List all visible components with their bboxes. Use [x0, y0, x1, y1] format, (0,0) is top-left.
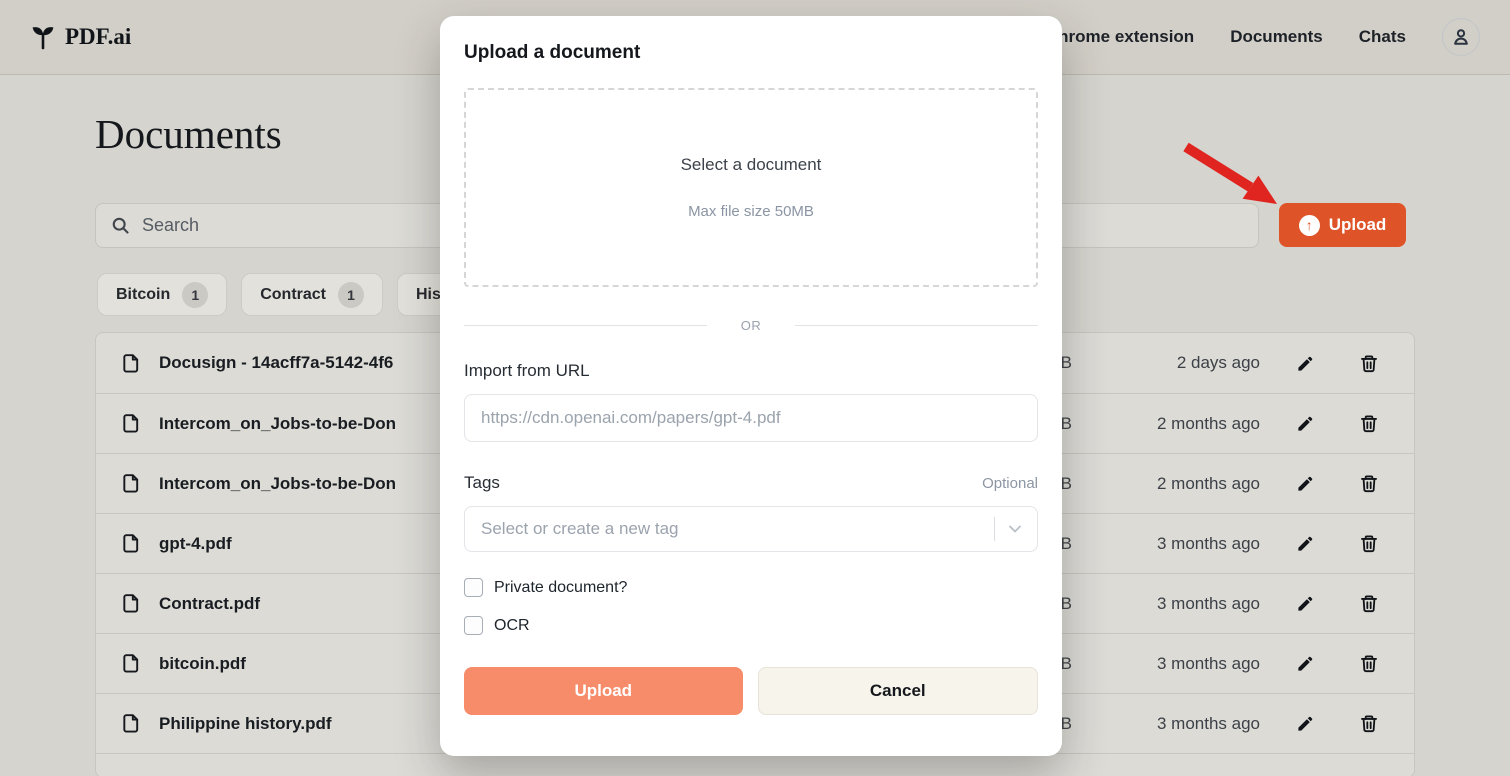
- delete-button[interactable]: [1346, 333, 1392, 393]
- trash-icon: [1359, 653, 1379, 674]
- url-input[interactable]: [464, 394, 1038, 442]
- tags-row: Tags Optional: [464, 473, 1038, 493]
- delete-button[interactable]: [1346, 634, 1392, 693]
- upload-button[interactable]: ↑ Upload: [1279, 203, 1406, 247]
- or-divider: OR: [464, 318, 1038, 333]
- private-document-checkbox[interactable]: [464, 578, 483, 597]
- edit-button[interactable]: [1276, 333, 1334, 393]
- upload-arrow-icon: ↑: [1299, 215, 1320, 236]
- logo-text: PDF.ai: [65, 24, 131, 50]
- ocr-checkbox-row[interactable]: OCR: [464, 616, 1038, 635]
- file-icon: [121, 533, 147, 554]
- nav-chats[interactable]: Chats: [1359, 27, 1406, 47]
- document-date: 3 months ago: [1084, 714, 1264, 734]
- pencil-icon: [1296, 534, 1315, 553]
- delete-button[interactable]: [1346, 514, 1392, 573]
- filter-chip-bitcoin[interactable]: Bitcoin 1: [97, 273, 227, 316]
- modal-upload-button[interactable]: Upload: [464, 667, 743, 715]
- chip-label: Contract: [260, 286, 326, 304]
- delete-button[interactable]: [1346, 574, 1392, 633]
- filter-chip-contract[interactable]: Contract 1: [241, 273, 383, 316]
- ocr-checkbox[interactable]: [464, 616, 483, 635]
- pencil-icon: [1296, 714, 1315, 733]
- document-date: 2 months ago: [1084, 474, 1264, 494]
- delete-button[interactable]: [1346, 694, 1392, 753]
- file-icon: [121, 353, 147, 374]
- upload-document-modal: Upload a document Select a document Max …: [440, 16, 1062, 756]
- page-title: Documents: [95, 110, 282, 158]
- trash-icon: [1359, 593, 1379, 614]
- search-icon: [110, 215, 131, 236]
- tag-select[interactable]: Select or create a new tag: [464, 506, 1038, 552]
- dropzone-label: Select a document: [681, 155, 822, 175]
- trash-icon: [1359, 533, 1379, 554]
- navbar-links: Chrome extension Documents Chats: [1046, 18, 1480, 56]
- upload-button-label: Upload: [1329, 215, 1387, 235]
- document-date: 2 days ago: [1084, 353, 1264, 373]
- private-document-label: Private document?: [494, 579, 627, 597]
- pencil-icon: [1296, 354, 1315, 373]
- trash-icon: [1359, 353, 1379, 374]
- file-icon: [121, 713, 147, 734]
- trash-icon: [1359, 713, 1379, 734]
- document-date: 3 months ago: [1084, 534, 1264, 554]
- ocr-label: OCR: [494, 617, 530, 635]
- chevron-down-icon: [1005, 519, 1025, 539]
- edit-button[interactable]: [1276, 514, 1334, 573]
- or-label: OR: [741, 318, 762, 333]
- document-date: 3 months ago: [1084, 654, 1264, 674]
- url-label: Import from URL: [464, 361, 1038, 381]
- account-button[interactable]: [1442, 18, 1480, 56]
- tags-label: Tags: [464, 473, 500, 493]
- logo[interactable]: PDF.ai: [30, 24, 131, 50]
- delete-button[interactable]: [1346, 454, 1392, 513]
- edit-button[interactable]: [1276, 394, 1334, 453]
- trash-icon: [1359, 413, 1379, 434]
- table-row-partial[interactable]: [96, 753, 1414, 776]
- modal-actions: Upload Cancel: [464, 667, 1038, 715]
- pencil-icon: [1296, 474, 1315, 493]
- delete-button[interactable]: [1346, 394, 1392, 453]
- pencil-icon: [1296, 414, 1315, 433]
- pencil-icon: [1296, 654, 1315, 673]
- chip-count-badge: 1: [182, 282, 208, 308]
- file-icon: [121, 473, 147, 494]
- modal-title: Upload a document: [464, 42, 1038, 64]
- file-icon: [121, 653, 147, 674]
- edit-button[interactable]: [1276, 574, 1334, 633]
- document-date: 2 months ago: [1084, 414, 1264, 434]
- file-icon: [121, 593, 147, 614]
- edit-button[interactable]: [1276, 454, 1334, 513]
- tags-optional-label: Optional: [982, 475, 1038, 492]
- file-icon: [121, 413, 147, 434]
- nav-chrome-extension[interactable]: Chrome extension: [1046, 27, 1194, 47]
- tag-select-placeholder: Select or create a new tag: [481, 519, 994, 539]
- dropzone-sublabel: Max file size 50MB: [688, 203, 814, 220]
- file-dropzone[interactable]: Select a document Max file size 50MB: [464, 88, 1038, 287]
- person-icon: [1450, 26, 1472, 48]
- edit-button[interactable]: [1276, 634, 1334, 693]
- edit-button[interactable]: [1276, 694, 1334, 753]
- select-divider: [994, 517, 995, 541]
- chip-count-badge: 1: [338, 282, 364, 308]
- document-date: 3 months ago: [1084, 594, 1264, 614]
- nav-documents[interactable]: Documents: [1230, 27, 1323, 47]
- private-document-checkbox-row[interactable]: Private document?: [464, 578, 1038, 597]
- pencil-icon: [1296, 594, 1315, 613]
- modal-cancel-button[interactable]: Cancel: [758, 667, 1039, 715]
- pdfai-plant-icon: [30, 24, 56, 50]
- chip-label: Bitcoin: [116, 286, 170, 304]
- trash-icon: [1359, 473, 1379, 494]
